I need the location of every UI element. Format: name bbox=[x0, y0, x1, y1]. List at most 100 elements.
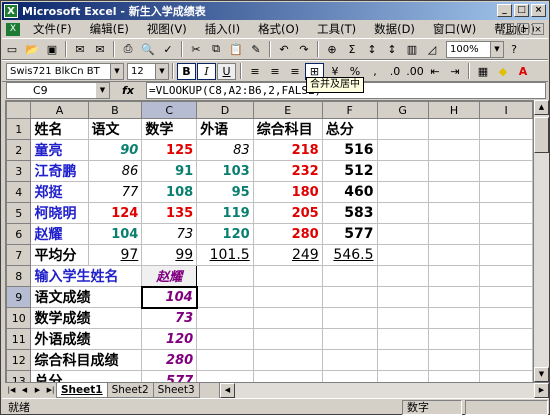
row-header[interactable]: 7 bbox=[6, 244, 32, 266]
cell[interactable] bbox=[479, 328, 533, 350]
cell[interactable] bbox=[252, 286, 323, 308]
cell[interactable] bbox=[479, 139, 533, 161]
cell[interactable] bbox=[479, 307, 533, 329]
cell[interactable] bbox=[376, 118, 429, 140]
redo-icon[interactable]: ↷ bbox=[294, 40, 314, 58]
cell[interactable] bbox=[427, 244, 481, 266]
cell[interactable] bbox=[196, 328, 254, 350]
doc-restore-button[interactable]: ▫ bbox=[517, 23, 529, 35]
sort-descending-icon[interactable]: ↕ bbox=[382, 40, 402, 58]
cell[interactable] bbox=[321, 349, 378, 371]
workbook-icon[interactable]: X bbox=[6, 22, 20, 36]
cell-e2[interactable]: 218 bbox=[252, 139, 323, 161]
row-header[interactable]: 3 bbox=[6, 160, 32, 182]
cell[interactable] bbox=[376, 328, 429, 350]
cell-c7[interactable]: 99 bbox=[141, 244, 198, 266]
cell[interactable] bbox=[427, 349, 481, 371]
cell-c12[interactable]: 280 bbox=[141, 349, 198, 371]
vertical-scrollbar[interactable]: ▲ ▼ bbox=[533, 100, 549, 382]
cell-e6[interactable]: 280 bbox=[252, 223, 323, 245]
column-header[interactable]: D bbox=[196, 101, 254, 119]
cell-a6[interactable]: 赵耀 bbox=[30, 223, 89, 245]
cell-a13[interactable]: 总分 bbox=[30, 370, 143, 382]
column-header[interactable]: G bbox=[376, 101, 429, 119]
row-header[interactable]: 12 bbox=[6, 349, 32, 371]
cell[interactable] bbox=[376, 265, 429, 287]
menu-window[interactable]: 窗口(W) bbox=[424, 20, 485, 38]
borders-icon[interactable]: ▦ bbox=[473, 62, 493, 80]
cell-f4[interactable]: 460 bbox=[321, 181, 378, 203]
cell[interactable] bbox=[321, 286, 378, 308]
cell-a11[interactable]: 外语成绩 bbox=[30, 328, 143, 350]
close-button[interactable]: × bbox=[531, 4, 546, 17]
cell-f3[interactable]: 512 bbox=[321, 160, 378, 182]
menu-tools[interactable]: 工具(T) bbox=[308, 20, 365, 38]
cell-e4[interactable]: 180 bbox=[252, 181, 323, 203]
scroll-up-icon[interactable]: ▲ bbox=[534, 100, 549, 115]
cell[interactable] bbox=[196, 286, 254, 308]
cell-a2[interactable]: 童亮 bbox=[30, 139, 89, 161]
cell[interactable] bbox=[479, 370, 533, 382]
cell[interactable] bbox=[479, 244, 533, 266]
row-header[interactable]: 8 bbox=[6, 265, 32, 287]
cell[interactable] bbox=[376, 160, 429, 182]
cell[interactable] bbox=[376, 349, 429, 371]
cell-b1[interactable]: 语文 bbox=[87, 118, 143, 140]
bold-button[interactable]: B bbox=[177, 62, 196, 80]
tab-sheet3[interactable]: Sheet3 bbox=[152, 383, 200, 398]
menu-view[interactable]: 视图(V) bbox=[138, 20, 196, 38]
open-icon[interactable]: 📂 bbox=[22, 40, 42, 58]
cell-b2[interactable]: 90 bbox=[87, 139, 143, 161]
align-center-icon[interactable]: ≡ bbox=[265, 62, 285, 80]
row-header[interactable]: 9 bbox=[6, 286, 32, 308]
maximize-button[interactable]: □ bbox=[514, 4, 529, 17]
cell[interactable] bbox=[252, 349, 323, 371]
cell-d3[interactable]: 103 bbox=[196, 160, 254, 182]
cell[interactable] bbox=[427, 265, 481, 287]
cell-e3[interactable]: 232 bbox=[252, 160, 323, 182]
cell-a3[interactable]: 江奇鹏 bbox=[30, 160, 89, 182]
save-icon[interactable]: ▣ bbox=[42, 40, 62, 58]
cell[interactable] bbox=[427, 223, 481, 245]
cell-b7[interactable]: 97 bbox=[87, 244, 143, 266]
cell-d1[interactable]: 外语 bbox=[196, 118, 254, 140]
cell-e7[interactable]: 249 bbox=[252, 244, 323, 266]
row-header[interactable]: 13 bbox=[6, 370, 32, 382]
doc-minimize-button[interactable]: _ bbox=[502, 23, 514, 35]
decrease-decimal-icon[interactable]: .00 bbox=[405, 62, 425, 80]
print-icon[interactable]: ⎙ bbox=[118, 40, 138, 58]
cell-d7[interactable]: 101.5 bbox=[196, 244, 254, 266]
align-right-icon[interactable]: ≡ bbox=[285, 62, 305, 80]
column-header[interactable]: E bbox=[252, 101, 323, 119]
worksheet-grid[interactable]: A B C D E F G H I 1 姓名 语文 数学 外语 综合科目 总分 bbox=[5, 100, 533, 382]
cell[interactable] bbox=[479, 349, 533, 371]
row-header[interactable]: 4 bbox=[6, 181, 32, 203]
cell[interactable] bbox=[196, 265, 254, 287]
fill-color-icon[interactable]: ◆ bbox=[493, 62, 513, 80]
cell-d2[interactable]: 83 bbox=[196, 139, 254, 161]
chart-wizard-icon[interactable]: ▥ bbox=[402, 40, 422, 58]
increase-decimal-icon[interactable]: .0 bbox=[385, 62, 405, 80]
font-size-select[interactable]: 12 ▼ bbox=[127, 62, 169, 80]
cell[interactable] bbox=[321, 265, 378, 287]
cell-a12[interactable]: 综合科目成绩 bbox=[30, 349, 143, 371]
horizontal-scrollbar[interactable]: ◀ ▶ bbox=[219, 383, 549, 398]
column-header[interactable]: H bbox=[427, 101, 481, 119]
hyperlink-icon[interactable]: ⊕ bbox=[322, 40, 342, 58]
cell[interactable] bbox=[427, 139, 481, 161]
cell-f6[interactable]: 577 bbox=[321, 223, 378, 245]
menu-format[interactable]: 格式(O) bbox=[249, 20, 308, 38]
doc-close-button[interactable]: × bbox=[532, 23, 544, 35]
cell-a10[interactable]: 数学成绩 bbox=[30, 307, 143, 329]
cell[interactable] bbox=[376, 370, 429, 382]
cell[interactable] bbox=[376, 139, 429, 161]
row-header[interactable]: 1 bbox=[6, 118, 32, 140]
comma-style-icon[interactable]: , bbox=[365, 62, 385, 80]
cell-a5[interactable]: 柯晓明 bbox=[30, 202, 89, 224]
cell-f1[interactable]: 总分 bbox=[321, 118, 378, 140]
paste-icon[interactable]: 📋 bbox=[226, 40, 246, 58]
cell-e5[interactable]: 205 bbox=[252, 202, 323, 224]
cell[interactable] bbox=[376, 223, 429, 245]
minimize-button[interactable]: _ bbox=[497, 4, 512, 17]
cell-f5[interactable]: 583 bbox=[321, 202, 378, 224]
